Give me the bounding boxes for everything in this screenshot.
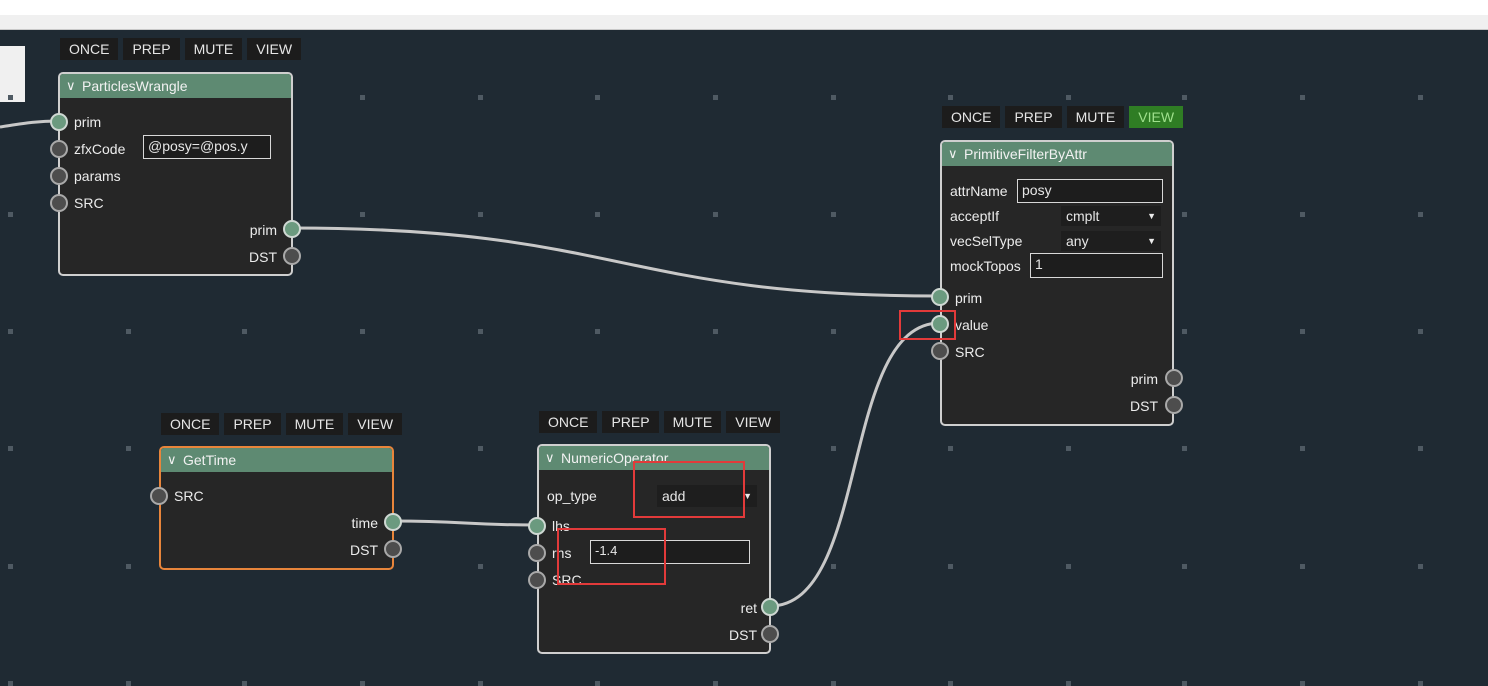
vecseltype-value: any: [1066, 233, 1089, 249]
prep-button[interactable]: PREP: [1005, 106, 1062, 128]
input-label-src: SRC: [174, 488, 204, 504]
view-button[interactable]: VIEW: [247, 38, 302, 60]
node-header[interactable]: ∨ GetTime: [161, 448, 392, 472]
mocktopos-field[interactable]: 1: [1030, 253, 1163, 278]
dropdown-arrow-icon: ▼: [1147, 236, 1156, 246]
input-label-zfxcode: zfxCode: [74, 141, 126, 157]
view-button-active[interactable]: VIEW: [1129, 106, 1184, 128]
highlight-box-value-socket: [899, 310, 956, 340]
collapse-chevron-icon[interactable]: ∨: [66, 74, 76, 98]
particles-wrangle-toolbar: ONCE PREP MUTE VIEW: [60, 38, 302, 60]
node-header[interactable]: ∨ ParticlesWrangle: [60, 74, 291, 98]
input-label-value: value: [955, 317, 989, 333]
output-label-ret: ret: [740, 600, 757, 616]
once-button[interactable]: ONCE: [161, 413, 220, 435]
prep-button[interactable]: PREP: [224, 413, 281, 435]
highlight-box-op-type: [633, 461, 745, 518]
wire-prim-to-prim: [291, 226, 941, 298]
once-button[interactable]: ONCE: [942, 106, 1001, 128]
collapse-chevron-icon[interactable]: ∨: [948, 142, 958, 166]
output-label-dst: DST: [1130, 398, 1158, 414]
input-socket-zfxcode[interactable]: [50, 140, 68, 158]
acceptif-dropdown[interactable]: cmplt ▼: [1061, 206, 1161, 226]
output-label-dst: DST: [249, 249, 277, 265]
output-socket-prim[interactable]: [283, 220, 301, 238]
once-button[interactable]: ONCE: [539, 411, 598, 433]
mute-button[interactable]: MUTE: [184, 38, 243, 60]
input-socket-prim[interactable]: [931, 288, 949, 306]
vecseltype-dropdown[interactable]: any ▼: [1061, 231, 1161, 251]
output-label-dst: DST: [350, 542, 378, 558]
output-label-time: time: [351, 515, 378, 531]
output-socket-dst[interactable]: [283, 247, 301, 265]
wire-ret-to-value: [769, 321, 941, 608]
output-socket-dst[interactable]: [1165, 396, 1183, 414]
get-time-toolbar: ONCE PREP MUTE VIEW: [161, 413, 403, 435]
attrname-field[interactable]: posy: [1017, 179, 1163, 203]
output-socket-ret[interactable]: [761, 598, 779, 616]
view-button[interactable]: VIEW: [726, 411, 781, 433]
input-socket-prim[interactable]: [50, 113, 68, 131]
wire-time-to-lhs: [392, 519, 538, 527]
param-label-acceptif: acceptIf: [950, 208, 1000, 224]
output-label-dst: DST: [729, 627, 757, 643]
input-socket-src[interactable]: [931, 342, 949, 360]
param-label-mocktopos: mockTopos: [950, 258, 1021, 274]
input-socket-params[interactable]: [50, 167, 68, 185]
node-title: PrimitiveFilterByAttr: [964, 146, 1087, 162]
once-button[interactable]: ONCE: [60, 38, 119, 60]
input-socket-src[interactable]: [150, 487, 168, 505]
highlight-box-rhs: [557, 528, 666, 585]
input-socket-rhs[interactable]: [528, 544, 546, 562]
input-label-params: params: [74, 168, 121, 184]
input-label-prim: prim: [955, 290, 983, 306]
node-title: GetTime: [183, 452, 237, 468]
input-label-src: SRC: [955, 344, 985, 360]
output-socket-dst[interactable]: [384, 540, 402, 558]
acceptif-value: cmplt: [1066, 208, 1100, 224]
zfxcode-field[interactable]: @posy=@pos.y: [143, 135, 271, 159]
prep-button[interactable]: PREP: [602, 411, 659, 433]
prep-button[interactable]: PREP: [123, 38, 180, 60]
mute-button[interactable]: MUTE: [663, 411, 722, 433]
primitive-filter-toolbar: ONCE PREP MUTE VIEW: [942, 106, 1184, 128]
numeric-operator-toolbar: ONCE PREP MUTE VIEW: [539, 411, 781, 433]
param-label-op-type: op_type: [547, 488, 597, 504]
output-socket-time[interactable]: [384, 513, 402, 531]
mute-button[interactable]: MUTE: [1066, 106, 1125, 128]
input-socket-lhs[interactable]: [528, 517, 546, 535]
collapse-chevron-icon[interactable]: ∨: [167, 448, 177, 472]
param-label-vecseltype: vecSelType: [950, 233, 1023, 249]
input-socket-src[interactable]: [50, 194, 68, 212]
output-label-prim: prim: [249, 222, 277, 238]
node-header[interactable]: ∨ PrimitiveFilterByAttr: [942, 142, 1172, 166]
output-socket-prim[interactable]: [1165, 369, 1183, 387]
output-label-prim: prim: [1130, 371, 1158, 387]
node-title: ParticlesWrangle: [82, 78, 188, 94]
mute-button[interactable]: MUTE: [285, 413, 344, 435]
input-label-prim: prim: [74, 114, 102, 130]
view-button[interactable]: VIEW: [348, 413, 403, 435]
input-label-src: SRC: [74, 195, 104, 211]
dropdown-arrow-icon: ▼: [1147, 211, 1156, 221]
param-label-attrname: attrName: [950, 183, 1008, 199]
output-socket-dst[interactable]: [761, 625, 779, 643]
input-socket-src[interactable]: [528, 571, 546, 589]
collapse-chevron-icon[interactable]: ∨: [545, 446, 555, 470]
